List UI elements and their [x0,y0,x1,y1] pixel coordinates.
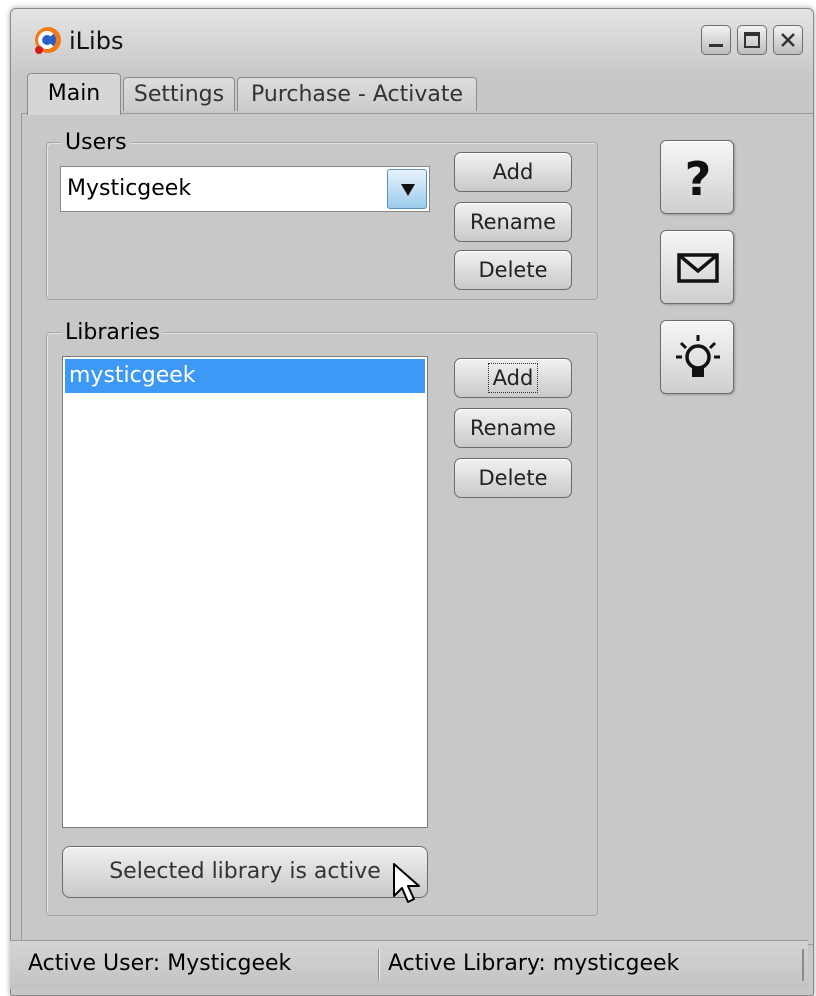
libraries-legend: Libraries [62,320,164,345]
help-button[interactable]: ? [660,140,734,214]
title-bar[interactable]: iLibs [11,9,813,73]
users-add-label: Add [492,160,534,184]
libraries-rename-button[interactable]: Rename [454,408,572,448]
tab-purchase-label: Purchase - Activate [251,82,463,107]
status-active-library: Active Library: mysticgeek [388,951,680,976]
libraries-rename-label: Rename [469,416,557,440]
tab-settings[interactable]: Settings [123,77,235,111]
minimize-button[interactable] [701,25,731,55]
close-button[interactable] [773,25,803,55]
libraries-add-button[interactable]: Add [454,358,572,398]
libraries-delete-label: Delete [478,466,548,490]
user-select-value: Mysticgeek [67,176,192,201]
activate-library-label: Selected library is active [109,859,381,884]
libraries-add-label: Add [487,363,539,393]
tips-button[interactable] [660,320,734,394]
window-title: iLibs [69,27,124,55]
minimize-icon [709,44,723,47]
resize-grip[interactable] [802,949,804,981]
dropdown-arrow-button[interactable] [387,169,427,209]
tab-main[interactable]: Main [27,73,121,115]
status-bar: Active User: Mysticgeek Active Library: … [10,940,808,989]
users-legend: Users [62,130,130,155]
list-item[interactable]: mysticgeek [65,359,425,393]
users-rename-label: Rename [469,210,557,234]
users-rename-button[interactable]: Rename [454,202,572,242]
users-add-button[interactable]: Add [454,152,572,192]
status-separator [378,949,379,981]
activate-library-button[interactable]: Selected library is active [62,846,428,898]
libraries-list[interactable]: mysticgeek [62,356,428,828]
mail-envelope-icon [677,253,719,283]
close-icon [781,33,795,47]
app-logo-icon [33,25,63,55]
user-select[interactable]: Mysticgeek [60,166,430,212]
svg-text:?: ? [685,152,712,206]
maximize-button[interactable] [737,25,767,55]
mouse-pointer-icon [393,863,420,903]
help-question-icon: ? [685,152,712,206]
status-active-user: Active User: Mysticgeek [28,951,292,976]
maximize-icon [744,32,760,48]
tab-main-label: Main [47,81,101,106]
tab-purchase-activate[interactable]: Purchase - Activate [237,77,477,111]
email-button[interactable] [660,230,734,304]
chevron-down-icon [401,184,415,196]
libraries-delete-button[interactable]: Delete [454,458,572,498]
tab-settings-label: Settings [133,82,225,107]
users-delete-button[interactable]: Delete [454,250,572,290]
lightbulb-idea-icon [676,335,720,377]
users-delete-label: Delete [478,258,548,282]
